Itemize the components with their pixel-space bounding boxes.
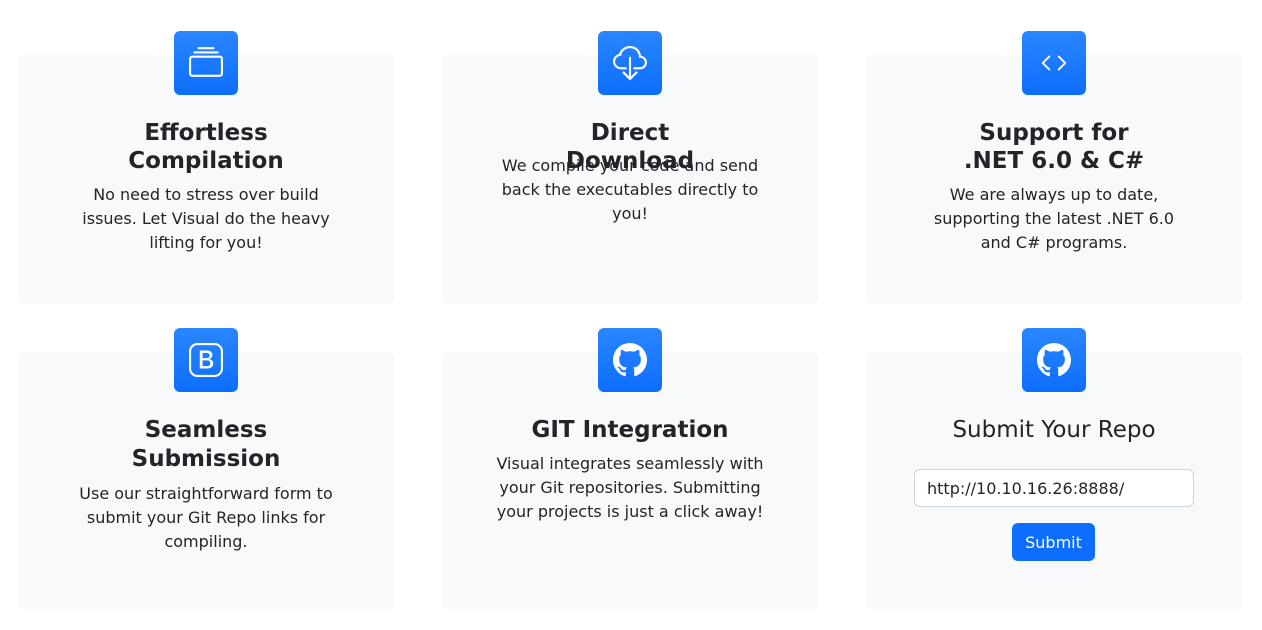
feature-title: Seamless Submission [131, 417, 281, 472]
feature-description: We compile your code and send back the e… [501, 156, 759, 223]
feature-card-git: GIT Integration Visual integrates seamle… [442, 328, 818, 609]
feature-card-compilation: Effortless Compilation No need to stress… [18, 31, 394, 304]
feature-card-download: Direct Download We compile your code and… [442, 31, 818, 304]
cloud-download-icon [598, 31, 662, 95]
feature-title: Support for .NET 6.0 & C# [963, 120, 1145, 174]
bootstrap-icon [174, 328, 238, 392]
feature-title: GIT Integration [531, 417, 729, 443]
feature-description: We are always up to date, supporting the… [933, 185, 1175, 252]
feature-card-dotnet: Support for .NET 6.0 & C# We are always … [866, 31, 1242, 304]
feature-description: No need to stress over build issues. Let… [82, 185, 330, 252]
feature-description: Use our straightforward form to submit y… [79, 484, 333, 551]
github-icon [598, 328, 662, 392]
collection-icon [174, 31, 238, 95]
feature-title: Effortless Compilation [128, 120, 284, 174]
github-icon [1022, 328, 1086, 392]
features-grid: Effortless Compilation No need to stress… [0, 0, 1262, 630]
repo-url-input[interactable] [914, 469, 1194, 507]
feature-description: Visual integrates seamlessly with your G… [496, 454, 764, 521]
submit-repo-card: Submit Your Repo Submit [866, 328, 1242, 609]
feature-card-submission: Seamless Submission Use our straightforw… [18, 328, 394, 609]
code-icon [1022, 31, 1086, 95]
submit-button[interactable]: Submit [1012, 523, 1095, 561]
submit-title: Submit Your Repo [952, 417, 1156, 443]
